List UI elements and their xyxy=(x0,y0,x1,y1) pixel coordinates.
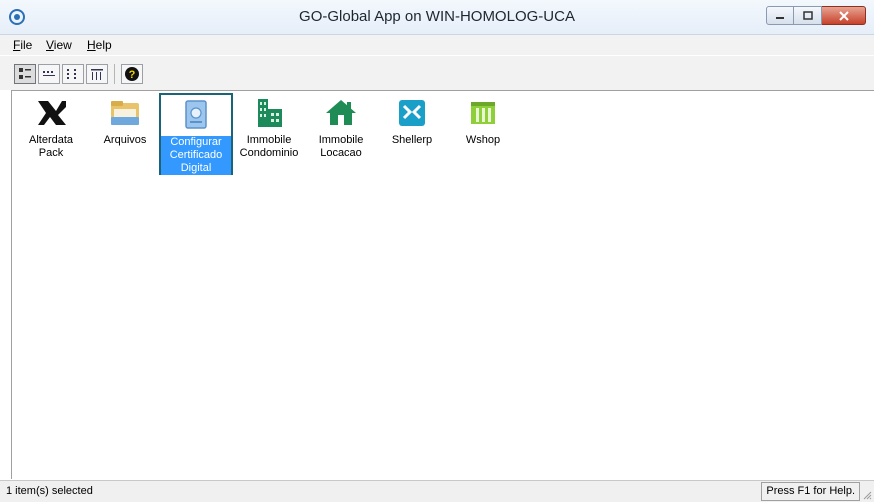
small-icons-view-button[interactable] xyxy=(38,64,60,84)
app-wshop[interactable]: Wshop xyxy=(446,93,520,175)
title-bar[interactable]: GO-Global App on WIN-HOMOLOG-UCA xyxy=(0,0,874,35)
close-button[interactable] xyxy=(822,6,866,25)
app-label-line1: Shellerp xyxy=(391,134,433,146)
app-label-line3: Digital xyxy=(161,162,231,175)
alterdata-icon xyxy=(38,101,66,125)
app-immobile-condominio[interactable]: Immobile Condominio xyxy=(232,93,306,175)
details-view-icon xyxy=(91,69,103,80)
app-label-line1: Arquivos xyxy=(103,134,147,146)
maximize-button[interactable] xyxy=(794,6,822,25)
list-view-icon xyxy=(67,69,76,79)
app-label-line2: Pack xyxy=(38,147,64,159)
toolbar-separator xyxy=(114,64,115,84)
app-label-line2: Certificado xyxy=(161,149,231,162)
window-title: GO-Global App on WIN-HOMOLOG-UCA xyxy=(299,8,575,25)
maximize-icon xyxy=(802,11,813,20)
app-immobile-locacao[interactable]: Immobile Locacao xyxy=(304,93,378,175)
menu-help-label: elp xyxy=(95,38,112,52)
menu-file-label: ile xyxy=(20,38,33,52)
app-configurar-certificado-digital[interactable]: Configurar Certificado Digital xyxy=(159,93,233,175)
menu-file[interactable]: File xyxy=(13,38,32,52)
large-icons-view-button[interactable] xyxy=(14,64,36,84)
details-view-button[interactable] xyxy=(86,64,108,84)
menu-view-accelerator: V xyxy=(46,38,54,52)
folder-icon xyxy=(111,101,139,125)
status-selection-text: 1 item(s) selected xyxy=(6,485,93,497)
resize-grip-icon[interactable] xyxy=(862,490,872,500)
house-icon xyxy=(326,100,356,125)
building-icon xyxy=(258,99,282,127)
application-list[interactable]: Alterdata Pack Arquivos Configurar Certi… xyxy=(11,90,874,479)
app-arquivos[interactable]: Arquivos xyxy=(88,93,162,175)
app-label-line1: Alterdata xyxy=(28,134,74,146)
certificate-icon xyxy=(185,100,207,129)
help-button[interactable]: ? xyxy=(121,64,143,84)
app-shellerp[interactable]: Shellerp xyxy=(375,93,449,175)
toolbar-buttons: ? xyxy=(14,64,143,86)
status-bar: 1 item(s) selected Press F1 for Help. xyxy=(0,480,874,502)
small-icons-view-icon xyxy=(43,71,55,76)
minimize-icon xyxy=(776,16,784,19)
app-label-line1: Wshop xyxy=(465,134,501,146)
status-help-text: Press F1 for Help. xyxy=(761,482,860,501)
menu-view-label: iew xyxy=(53,38,72,52)
svg-text:?: ? xyxy=(129,69,136,81)
wshop-icon xyxy=(471,102,495,124)
app-alterdata-pack[interactable]: Alterdata Pack xyxy=(14,93,88,175)
close-icon xyxy=(838,10,849,21)
large-icons-view-icon xyxy=(19,68,31,79)
app-label-line1: Configurar xyxy=(161,136,231,149)
menu-bar: File View Help xyxy=(0,35,874,55)
toolbar: ? xyxy=(0,56,874,90)
menu-help-accelerator: H xyxy=(87,38,96,52)
shellerp-icon xyxy=(399,100,425,126)
app-label-line1: Immobile xyxy=(318,134,364,146)
app-label-line2: Locacao xyxy=(320,147,362,159)
app-label-line2: Condominio xyxy=(239,147,299,159)
minimize-button[interactable] xyxy=(766,6,794,25)
menu-view[interactable]: View xyxy=(46,38,72,52)
list-view-button[interactable] xyxy=(62,64,84,84)
app-label-line1: Immobile xyxy=(246,134,292,146)
help-icon: ? xyxy=(125,67,139,81)
menu-help[interactable]: Help xyxy=(87,38,112,52)
window-controls xyxy=(766,6,866,26)
